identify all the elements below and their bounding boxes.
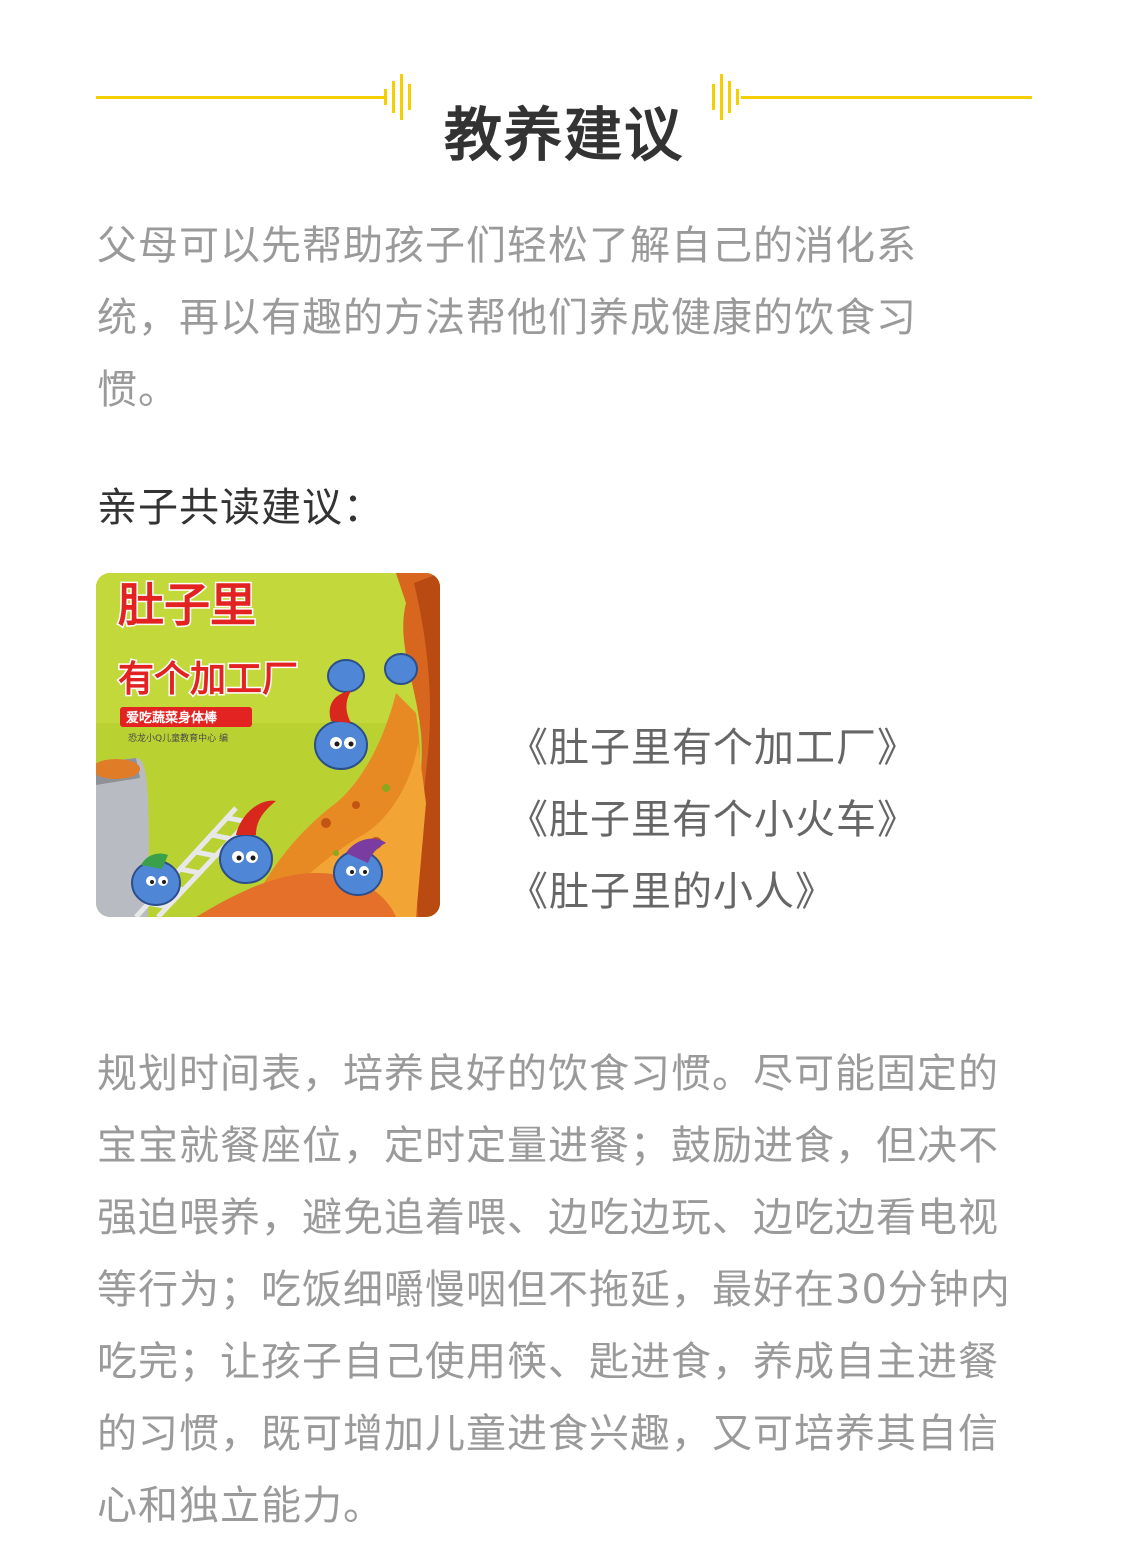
cover-title-line1: 肚子里 <box>118 578 256 632</box>
book-cover-image: 肚子里 有个加工厂 爱吃蔬菜身体棒 恐龙小Q儿童教育中心 编 <box>96 573 440 917</box>
cover-series-label: 爱吃蔬菜身体棒 <box>126 710 218 726</box>
intro-paragraph: 父母可以先帮助孩子们轻松了解自己的消化系统，再以有趣的方法帮他们养成健康的饮食习… <box>97 223 917 413</box>
header-divider-left <box>96 96 386 99</box>
section-title: 教养建议 <box>443 100 684 169</box>
header-bars-left-icon <box>384 74 411 120</box>
book-list: 《肚子里有个加工厂》 《肚子里有个小火车》 《肚子里的小人》 <box>508 712 918 928</box>
list-item-book: 《肚子里有个加工厂》 <box>508 725 918 771</box>
section-header: 教养建议 <box>96 52 1032 169</box>
advice-paragraph: 规划时间表，培养良好的饮食习惯。尽可能固定的宝宝就餐座位，定时定量进餐；鼓励进食… <box>97 1051 1011 1529</box>
cover-title-line2: 有个加工厂 <box>118 659 298 700</box>
list-item-book: 《肚子里有个小火车》 <box>508 797 918 843</box>
header-divider-right <box>741 96 1032 99</box>
cover-publisher: 恐龙小Q儿童教育中心 编 <box>128 732 228 744</box>
reading-suggestion-heading: 亲子共读建议： <box>97 485 384 531</box>
list-item-book: 《肚子里的小人》 <box>508 869 836 915</box>
header-bars-right-icon <box>712 74 739 120</box>
